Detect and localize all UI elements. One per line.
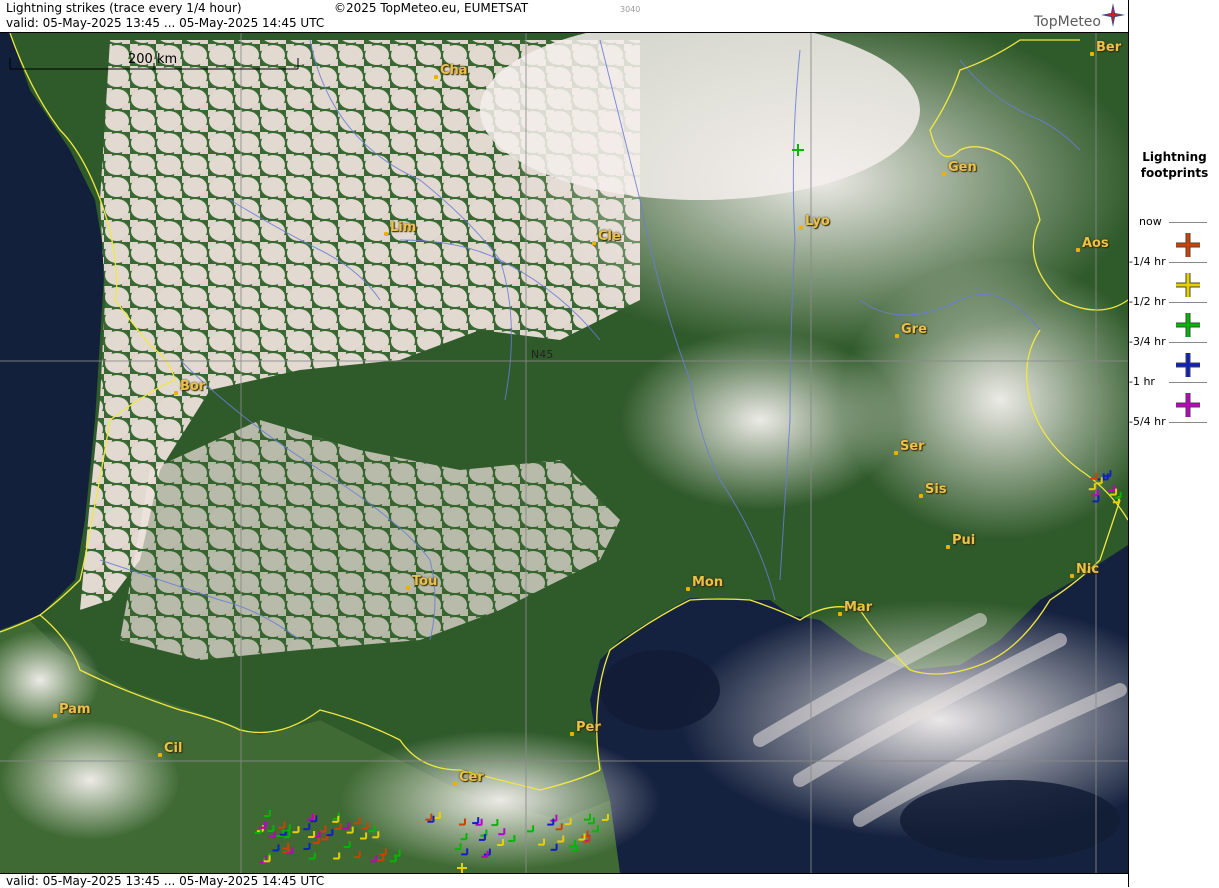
city-marker [453, 782, 457, 786]
city-label: Nic [1076, 562, 1100, 577]
city-label: Bor [180, 379, 206, 394]
city-marker [946, 545, 950, 549]
legend-time-label: -3/4 hr [1129, 335, 1166, 348]
city-marker [1070, 574, 1074, 578]
city-marker [1090, 52, 1094, 56]
city-label: Cil [164, 741, 183, 756]
city-label: Pam [59, 702, 91, 717]
map-header: Lightning strikes (trace every 1/4 hour)… [0, 0, 1128, 33]
city-marker [434, 75, 438, 79]
city-marker [174, 391, 178, 395]
city-marker [592, 241, 596, 245]
legend-divider [1169, 422, 1207, 423]
map-footer: valid: 05-May-2025 13:45 ... 05-May-2025… [0, 873, 1128, 888]
city-marker [384, 232, 388, 236]
city-marker [894, 451, 898, 455]
compass-star-icon [1101, 3, 1125, 27]
cloud-mass-pyrenees [340, 730, 660, 870]
city-label: Per [576, 720, 601, 735]
city-label: Mar [844, 600, 873, 615]
city-marker [406, 586, 410, 590]
city-marker [158, 753, 162, 757]
city-label: Ser [900, 439, 925, 454]
city-label: Ber [1096, 40, 1122, 55]
sea-dark-patch [600, 650, 720, 730]
legend-panel: Lightning footprints now -1/4 hr -1/2 hr -… [1128, 0, 1219, 887]
city-label: Cha [440, 63, 468, 78]
city-label: Pui [952, 533, 976, 548]
lightning-cross-icon [1176, 233, 1200, 257]
image-code: 3040 [620, 5, 641, 14]
city-marker [53, 714, 57, 718]
city-label: Mon [692, 575, 724, 590]
legend-divider [1169, 262, 1207, 263]
topmeteo-logo: TopMeteo [1034, 14, 1101, 30]
legend-time-label: -1 hr [1129, 375, 1155, 388]
map-title: Lightning strikes (trace every 1/4 hour) [6, 1, 242, 15]
city-marker [919, 494, 923, 498]
city-marker [686, 587, 690, 591]
legend-divider [1169, 302, 1207, 303]
lightning-cross-icon [1176, 313, 1200, 337]
city-marker [942, 172, 946, 176]
sea-dark-patch-east [900, 780, 1120, 860]
copyright-text: ©2025 TopMeteo.eu, EUMETSAT [334, 1, 529, 15]
city-label: Gen [948, 160, 977, 175]
latitude-label: N45 [531, 348, 554, 361]
city-marker [1076, 248, 1080, 252]
cloud-mass-sw [0, 720, 180, 840]
lightning-cross-icon [1176, 353, 1200, 377]
city-label: Gre [901, 322, 927, 337]
city-label: Cer [459, 770, 484, 785]
legend-time-label: -5/4 hr [1129, 415, 1166, 428]
legend-divider [1169, 342, 1207, 343]
legend-divider [1169, 222, 1207, 223]
valid-time-top: valid: 05-May-2025 13:45 ... 05-May-2025… [6, 16, 325, 30]
legend-title-line2: footprints [1140, 166, 1209, 180]
city-marker [838, 612, 842, 616]
city-label: Cle [598, 229, 621, 244]
valid-time-bottom: valid: 05-May-2025 13:45 ... 05-May-2025… [6, 874, 325, 888]
legend-title-line1: Lightning [1142, 150, 1207, 164]
cloud-mass-rhone [620, 330, 900, 510]
city-marker [895, 334, 899, 338]
legend-now-label: now [1139, 215, 1162, 228]
city-label: Sis [925, 482, 947, 497]
city-label: Lim [390, 220, 417, 235]
city-label: Aos [1082, 236, 1109, 251]
city-marker [570, 732, 574, 736]
legend-time-label: -1/2 hr [1129, 295, 1166, 308]
scale-label: 200 km [128, 52, 178, 67]
city-label: Lyo [805, 214, 830, 229]
legend-time-label: -1/4 hr [1129, 255, 1166, 268]
lightning-cross-icon [1176, 273, 1200, 297]
city-label: Tou [412, 574, 438, 589]
legend-divider [1169, 382, 1207, 383]
city-marker [799, 226, 803, 230]
satellite-map: 200 km N45 Cha Ber Gen Lim Cle Lyo Aos Gre Bor Se… [0, 33, 1128, 873]
lightning-cross-icon [1176, 393, 1200, 417]
